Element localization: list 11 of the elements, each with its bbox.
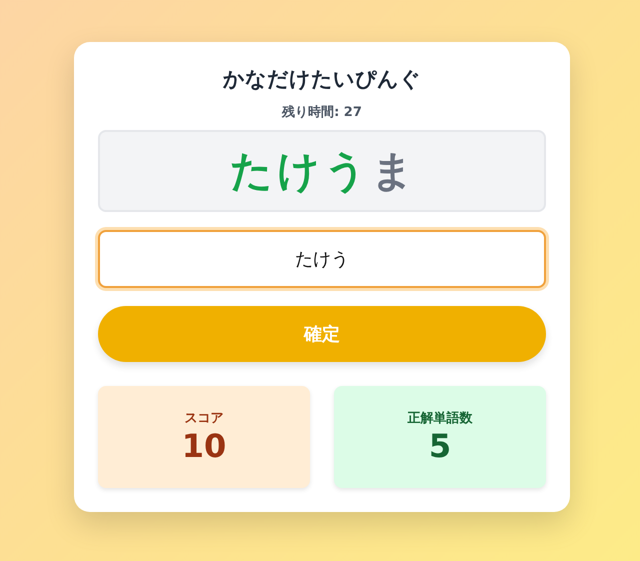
stat-value: 10 xyxy=(182,427,226,465)
word-character: う xyxy=(324,145,367,197)
word-character: け xyxy=(277,145,320,197)
word-character: た xyxy=(230,145,273,197)
stat-label: 正解単語数 xyxy=(408,410,472,427)
stat-label: スコア xyxy=(184,410,224,427)
answer-input[interactable]: たけう xyxy=(98,230,546,288)
word-character: ま xyxy=(371,145,414,197)
time-remaining: 残り時間: 27 xyxy=(280,104,363,122)
app-title: かなだけたいぴんぐ xyxy=(222,66,422,93)
stat-value: 5 xyxy=(428,427,452,465)
